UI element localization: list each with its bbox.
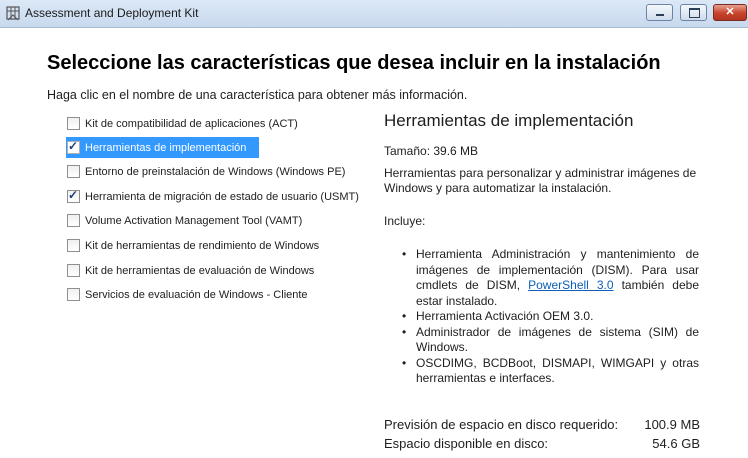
feature-label[interactable]: Kit de herramientas de rendimiento de Wi…: [85, 240, 319, 252]
feature-checkbox[interactable]: [67, 188, 80, 203]
feature-label[interactable]: Volume Activation Management Tool (VAMT): [85, 215, 302, 227]
list-item: OSCDIMG, BCDBoot, DISMAPI, WIMGAPI y otr…: [399, 356, 699, 387]
feature-item-usmt[interactable]: Herramienta de migración de estado de us…: [66, 186, 359, 207]
feature-label[interactable]: Servicios de evaluación de Windows - Cli…: [85, 289, 308, 301]
feature-label[interactable]: Kit de herramientas de evaluación de Win…: [85, 265, 314, 277]
feature-item-windows-pe[interactable]: Entorno de preinstalación de Windows (Wi…: [66, 161, 345, 182]
feature-checkbox[interactable]: [67, 239, 80, 252]
feature-checkbox[interactable]: [67, 288, 80, 301]
available-space-value: 54.6 GB: [652, 436, 700, 451]
feature-label[interactable]: Herramienta de migración de estado de us…: [85, 191, 359, 203]
feature-label[interactable]: Entorno de preinstalación de Windows (Wi…: [85, 166, 345, 178]
feature-label[interactable]: Kit de compatibilidad de aplicaciones (A…: [85, 118, 298, 130]
window-title: Assessment and Deployment Kit: [25, 6, 199, 20]
minimize-icon: [656, 14, 664, 16]
required-space-label: Previsión de espacio en disco requerido:: [384, 417, 619, 432]
page-title: Seleccione las características que desea…: [47, 52, 661, 74]
feature-checkbox[interactable]: [67, 117, 80, 130]
feature-label[interactable]: Herramientas de implementación: [85, 142, 246, 154]
maximize-button[interactable]: [680, 4, 707, 21]
feature-item-act[interactable]: Kit de compatibilidad de aplicaciones (A…: [66, 113, 298, 134]
feature-item-assessment-toolkit[interactable]: Kit de herramientas de evaluación de Win…: [66, 260, 314, 281]
feature-checkbox[interactable]: [67, 139, 80, 154]
close-button[interactable]: ✕: [713, 4, 747, 21]
includes-list: Herramienta Administración y mantenimien…: [399, 247, 699, 387]
feature-description: Herramientas para personalizar y adminis…: [384, 166, 697, 195]
feature-item-assessment-services[interactable]: Servicios de evaluación de Windows - Cli…: [66, 284, 308, 305]
list-item: Herramienta Administración y mantenimien…: [399, 247, 699, 309]
available-space-label: Espacio disponible en disco:: [384, 436, 549, 451]
feature-item-performance-toolkit[interactable]: Kit de herramientas de rendimiento de Wi…: [66, 235, 319, 256]
maximize-icon: [689, 8, 700, 18]
available-space-row: Espacio disponible en disco: 54.6 GB: [384, 436, 700, 451]
minimize-button[interactable]: [646, 4, 673, 21]
list-item: Administrador de imágenes de sistema (SI…: [399, 325, 699, 356]
includes-label: Incluye:: [384, 214, 426, 228]
required-space-value: 100.9 MB: [644, 417, 700, 432]
feature-checkbox[interactable]: [67, 214, 80, 227]
required-space-row: Previsión de espacio en disco requerido:…: [384, 417, 700, 432]
title-bar: Assessment and Deployment Kit ✕: [0, 0, 748, 28]
feature-size: Tamaño: 39.6 MB: [384, 144, 479, 158]
powershell-link[interactable]: PowerShell 3.0: [528, 278, 613, 292]
feature-item-vamt[interactable]: Volume Activation Management Tool (VAMT): [66, 210, 302, 231]
instruction-text: Haga clic en el nombre de una caracterís…: [47, 88, 468, 102]
close-icon: ✕: [725, 6, 735, 18]
feature-detail-title: Herramientas de implementación: [384, 111, 634, 130]
feature-item-deployment-tools[interactable]: Herramientas de implementación: [66, 137, 259, 158]
app-icon: [6, 6, 20, 21]
feature-checkbox[interactable]: [67, 165, 80, 178]
list-item: Herramienta Activación OEM 3.0.: [399, 309, 699, 325]
feature-checkbox[interactable]: [67, 264, 80, 277]
